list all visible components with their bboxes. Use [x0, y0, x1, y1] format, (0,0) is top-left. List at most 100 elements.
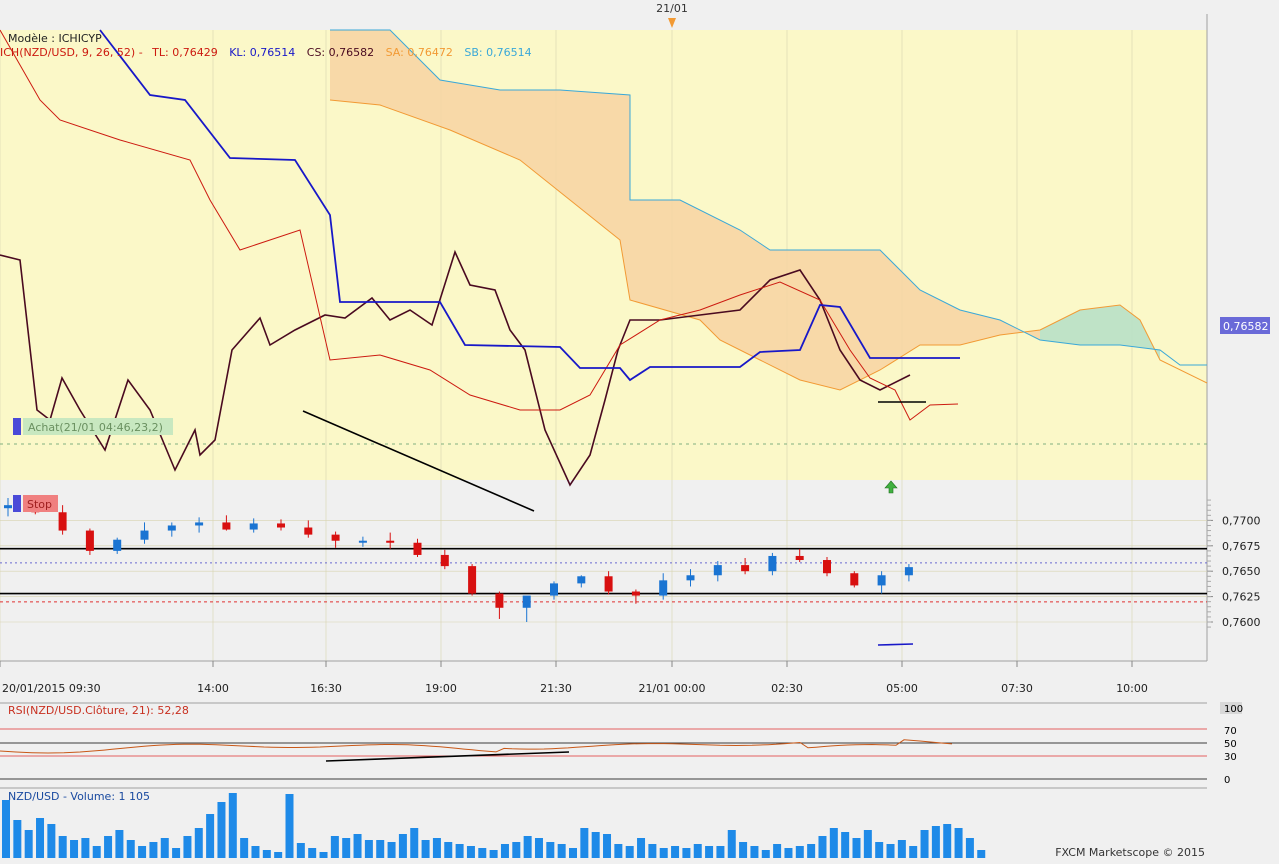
volume-bar — [2, 800, 10, 858]
stop-tag-handle[interactable] — [13, 495, 21, 512]
volume-bar — [659, 848, 668, 858]
volume-bar — [931, 826, 940, 858]
volume-bar — [829, 828, 838, 858]
volume-bar — [682, 848, 691, 858]
candle-body — [577, 576, 586, 584]
volume-bar — [160, 838, 169, 858]
volume-bar — [648, 844, 657, 858]
volume-bar — [478, 848, 487, 858]
volume-bar — [138, 846, 147, 858]
price-axis-background — [1207, 0, 1279, 860]
chart-window: 21/01 Modèle : ICHICYP ICH(NZD/USD, 9, 2… — [0, 0, 1279, 860]
volume-bar — [569, 848, 577, 858]
candle-body — [304, 527, 313, 535]
volume-bar — [977, 850, 986, 858]
volume-bar — [330, 836, 339, 858]
volume-bar — [807, 844, 816, 858]
candle-body — [631, 591, 640, 596]
volume-bar — [761, 850, 770, 858]
volume-bar — [943, 824, 952, 858]
time-tick-label: 14:00 — [197, 682, 229, 695]
buy-order-tag[interactable]: Achat(21/01 04:46,23,2) — [13, 418, 173, 435]
time-tick-label: 05:00 — [886, 682, 918, 695]
volume-bar — [750, 846, 759, 858]
legend-kl: KL: 0,76514 — [229, 46, 295, 59]
volume-bar — [387, 842, 396, 858]
volume-bar — [319, 852, 328, 858]
candle-body — [167, 525, 176, 531]
volume-bar — [308, 848, 317, 858]
volume-bar — [126, 840, 135, 858]
volume-bar — [523, 836, 532, 858]
volume-bar — [47, 824, 56, 858]
candle-body — [795, 555, 804, 561]
volume-bar — [364, 840, 373, 858]
price-tick-label: 0,7675 — [1222, 540, 1261, 553]
current-price-label: 0,76582 — [1223, 320, 1269, 333]
rsi-tick-0: 0 — [1224, 775, 1230, 786]
candle-body — [768, 555, 777, 572]
candle-body — [850, 573, 859, 586]
candle-body — [195, 522, 204, 526]
candle-body — [877, 575, 886, 586]
volume-bar — [251, 846, 260, 858]
volume-bar — [795, 846, 804, 858]
candle-body — [604, 576, 613, 592]
candle-body — [58, 512, 67, 531]
time-tick-label: 07:30 — [1001, 682, 1033, 695]
volume-bar — [739, 842, 748, 858]
candle-body — [331, 534, 340, 541]
volume-bar — [149, 842, 158, 858]
volume-bar — [557, 844, 566, 858]
candle-body — [468, 566, 477, 594]
volume-bar — [954, 828, 963, 858]
volume-bar — [897, 840, 906, 858]
volume-bar — [217, 802, 226, 858]
volume-bar — [773, 844, 782, 858]
legend-params: ICH(NZD/USD, 9, 26, 52) - — [0, 46, 143, 59]
candle-body — [741, 565, 750, 572]
candle-body — [140, 530, 149, 540]
rsi-tick-70: 70 — [1224, 726, 1237, 737]
volume-bar — [24, 830, 33, 858]
price-tick-label: 0,7650 — [1222, 565, 1261, 578]
volume-bar — [353, 834, 362, 858]
volume-bar — [591, 832, 600, 858]
buy-tag-handle[interactable] — [13, 418, 21, 435]
volume-bar — [455, 844, 464, 858]
drawn-mark-blue[interactable] — [877, 643, 914, 646]
stop-order-tag[interactable]: Stop — [13, 495, 58, 512]
volume-bar — [274, 852, 283, 858]
legend-cs: CS: 0,76582 — [307, 46, 374, 59]
volume-bar — [421, 840, 430, 858]
time-tick-label: 21:30 — [540, 682, 572, 695]
volume-bar — [705, 846, 714, 858]
time-tick-label: 20/01/2015 09:30 — [2, 682, 101, 695]
rsi-tick-50: 50 — [1224, 739, 1237, 750]
candle-body — [4, 505, 12, 509]
legend-line: ICH(NZD/USD, 9, 26, 52) - TL: 0,76429 KL… — [0, 46, 532, 59]
stop-tag-label: Stop — [27, 498, 52, 511]
volume-bar — [512, 842, 521, 858]
price-tick-label: 0,7700 — [1222, 514, 1261, 527]
time-tick-label: 02:30 — [771, 682, 803, 695]
volume-bar — [285, 794, 294, 858]
candle-body — [686, 575, 695, 581]
volume-bar — [296, 843, 305, 858]
volume-bar — [909, 846, 918, 858]
candle-body — [249, 523, 258, 530]
volume-bar — [81, 838, 90, 858]
legend-model: Modèle : ICHICYP — [8, 32, 102, 45]
volume-bar — [920, 830, 929, 858]
volume-bar — [36, 818, 45, 858]
volume-bar — [410, 828, 419, 858]
volume-bar — [614, 844, 623, 858]
price-tick-label: 0,7625 — [1222, 591, 1261, 604]
rsi-label: RSI(NZD/USD.Clôture, 21): 52,28 — [8, 704, 189, 717]
volume-bar — [841, 832, 850, 858]
candle-body — [495, 593, 504, 608]
rsi-tick-30: 30 — [1224, 752, 1237, 763]
volume-bar — [183, 836, 192, 858]
buy-tag-label: Achat(21/01 04:46,23,2) — [28, 421, 163, 434]
time-tick-label: 19:00 — [425, 682, 457, 695]
